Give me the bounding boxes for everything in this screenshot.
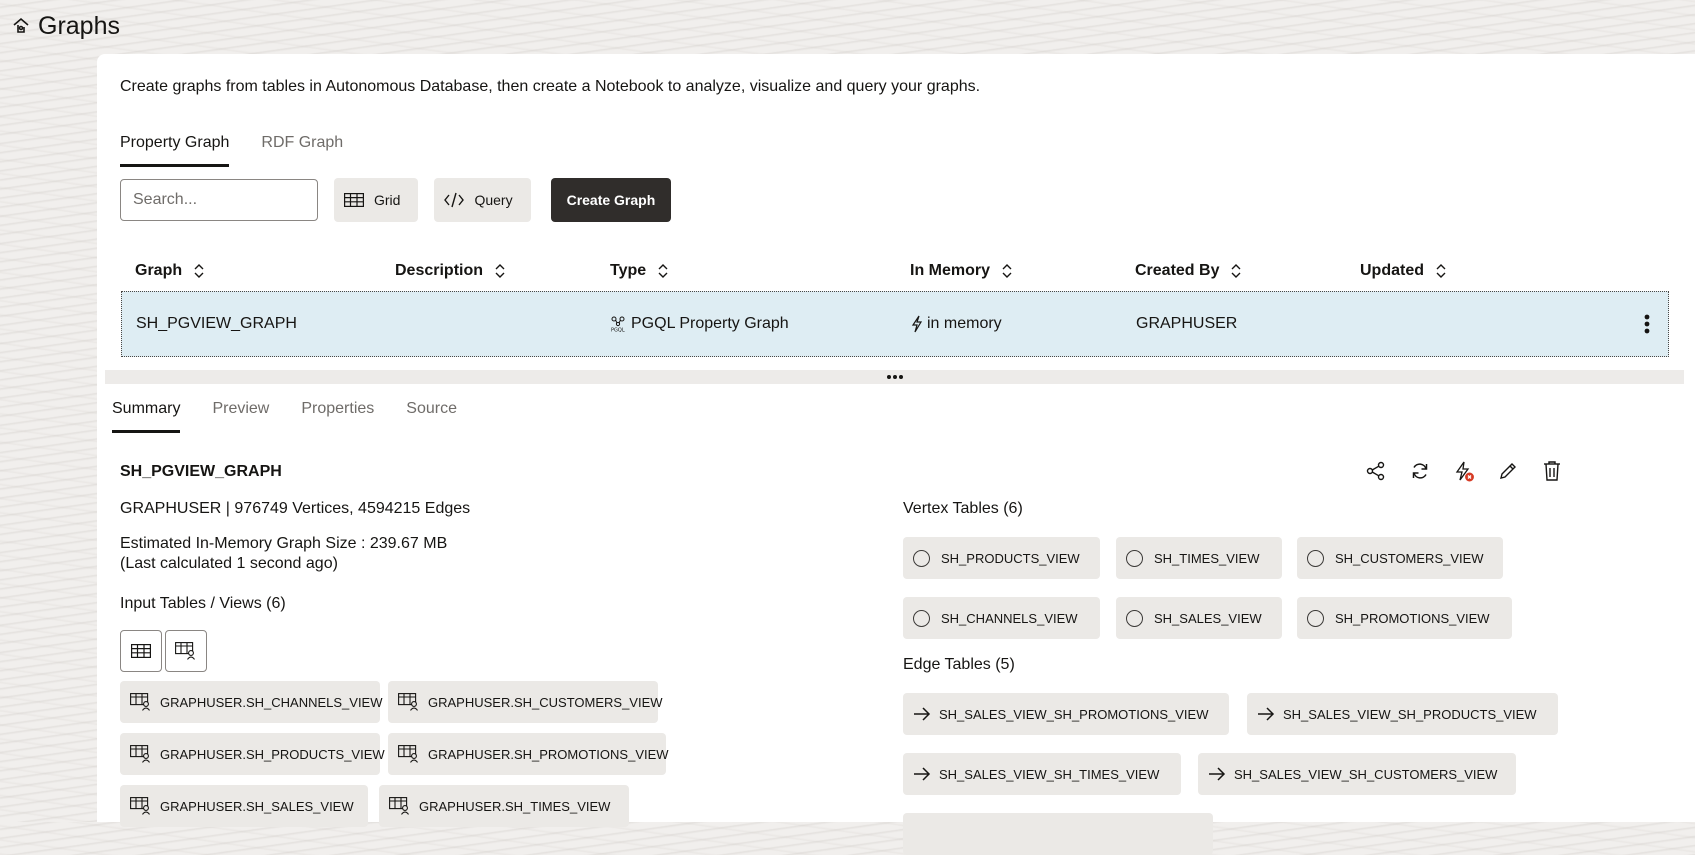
- toolbar: Grid Query Create Graph: [120, 178, 672, 222]
- memory-size: Estimated In-Memory Graph Size : 239.67 …: [120, 535, 448, 552]
- cell-graph-name: SH_PGVIEW_GRAPH: [136, 315, 297, 332]
- column-header-in-memory[interactable]: In Memory: [910, 249, 1012, 293]
- vertex-circle-icon: [1307, 609, 1324, 627]
- sort-icon: [194, 264, 204, 278]
- sort-icon: [495, 264, 505, 278]
- arrow-right-icon: [1209, 767, 1226, 781]
- user-table-icon: [389, 797, 409, 815]
- column-header-graph[interactable]: Graph: [135, 249, 204, 293]
- cell-created-by: GRAPHUSER: [1136, 315, 1238, 332]
- svg-text:PGQL: PGQL: [611, 328, 625, 333]
- pgql-graph-icon: PGQL: [611, 316, 625, 333]
- tab-properties[interactable]: Properties: [301, 400, 374, 433]
- vertex-circle-icon: [1126, 549, 1143, 567]
- column-header-updated[interactable]: Updated: [1360, 249, 1446, 293]
- grid-button[interactable]: Grid: [334, 178, 419, 222]
- edge-table-chip[interactable]: SH_SALES_VIEW_SH_PRODUCTS_VIEW: [1247, 693, 1558, 735]
- edit-icon[interactable]: [1497, 459, 1519, 483]
- panel-resize-handle[interactable]: [105, 370, 1684, 384]
- edge-tables-heading: Edge Tables (5): [903, 656, 1015, 673]
- graph-home-icon[interactable]: [10, 15, 32, 37]
- code-icon: [444, 192, 465, 208]
- vertex-table-chip[interactable]: SH_CUSTOMERS_VIEW: [1297, 537, 1503, 579]
- sort-icon: [658, 264, 668, 278]
- page-title: Graphs: [38, 11, 120, 40]
- refresh-icon[interactable]: [1409, 459, 1431, 483]
- user-table-icon: [130, 745, 150, 763]
- column-header-created-by[interactable]: Created By: [1135, 249, 1241, 293]
- graph-stats: GRAPHUSER | 976749 Vertices, 4594215 Edg…: [120, 500, 471, 517]
- arrow-right-icon: [914, 767, 931, 781]
- summary-graph-name: SH_PGVIEW_GRAPH: [120, 463, 282, 480]
- input-table-chip[interactable]: GRAPHUSER.SH_CUSTOMERS_VIEW: [388, 681, 663, 723]
- vertex-circle-icon: [1307, 549, 1324, 567]
- vertex-circle-icon: [1126, 609, 1143, 627]
- user-table-icon: [398, 745, 418, 763]
- input-table-chip[interactable]: GRAPHUSER.SH_PRODUCTS_VIEW: [120, 733, 385, 775]
- graph-table-header: Graph Description Type In Memory Created…: [120, 249, 1669, 293]
- share-icon[interactable]: [1365, 459, 1387, 483]
- vertex-table-chip[interactable]: SH_CHANNELS_VIEW: [903, 597, 1100, 639]
- tab-summary[interactable]: Summary: [112, 400, 181, 433]
- query-button-label: Query: [474, 192, 513, 208]
- app-header: Graphs: [0, 0, 120, 52]
- sort-icon: [1002, 264, 1012, 278]
- edge-table-chip[interactable]: SH_SALES_VIEW_SH_CUSTOMERS_VIEW: [1198, 753, 1516, 795]
- arrow-right-icon: [914, 707, 931, 721]
- grid-icon: [344, 193, 364, 207]
- table-view-icon[interactable]: [120, 630, 162, 672]
- intro-text: Create graphs from tables in Autonomous …: [120, 78, 981, 95]
- tab-source[interactable]: Source: [406, 400, 457, 433]
- lightning-icon: [911, 315, 923, 333]
- last-calculated: (Last calculated 1 second ago): [120, 555, 338, 572]
- user-table-icon: [130, 797, 150, 815]
- edge-table-chip[interactable]: SH_SALES_VIEW_SH_PROMOTIONS_VIEW: [903, 693, 1229, 735]
- edge-table-chip[interactable]: SH_SALES_VIEW_SH_TIMES_VIEW: [903, 753, 1181, 795]
- user-table-icon: [398, 693, 418, 711]
- row-actions-menu-icon[interactable]: [1644, 314, 1650, 339]
- cell-in-memory: in memory: [911, 292, 1002, 356]
- vertex-table-chip[interactable]: SH_PRODUCTS_VIEW: [903, 537, 1100, 579]
- vertex-table-chip[interactable]: SH_SALES_VIEW: [1116, 597, 1282, 639]
- search-input[interactable]: [120, 179, 318, 221]
- grid-button-label: Grid: [374, 192, 401, 208]
- load-into-memory-icon[interactable]: [1453, 459, 1475, 483]
- edge-table-chip[interactable]: [903, 813, 1213, 855]
- query-button[interactable]: Query: [434, 178, 531, 222]
- input-table-chip[interactable]: GRAPHUSER.SH_TIMES_VIEW: [379, 785, 629, 827]
- cell-type: PGQL PGQL Property Graph: [611, 315, 789, 333]
- vertex-table-chip[interactable]: SH_TIMES_VIEW: [1116, 537, 1282, 579]
- graph-type-tabs: Property Graph RDF Graph: [120, 134, 343, 167]
- tab-preview[interactable]: Preview: [212, 400, 269, 433]
- create-graph-button[interactable]: Create Graph: [550, 178, 672, 222]
- sort-icon: [1231, 264, 1241, 278]
- sort-icon: [1436, 264, 1446, 278]
- input-tables-heading: Input Tables / Views (6): [120, 595, 286, 612]
- vertex-circle-icon: [913, 609, 930, 627]
- column-header-description[interactable]: Description: [395, 249, 505, 293]
- input-table-chip[interactable]: GRAPHUSER.SH_CHANNELS_VIEW: [120, 681, 383, 723]
- input-table-chip[interactable]: GRAPHUSER.SH_SALES_VIEW: [120, 785, 368, 827]
- more-horizontal-icon: [886, 375, 903, 379]
- graph-actions: [1365, 459, 1563, 483]
- input-table-chip[interactable]: GRAPHUSER.SH_PROMOTIONS_VIEW: [388, 733, 669, 775]
- vertex-table-chip[interactable]: SH_PROMOTIONS_VIEW: [1297, 597, 1512, 639]
- tab-property-graph[interactable]: Property Graph: [120, 134, 230, 167]
- vertex-tables-heading: Vertex Tables (6): [903, 500, 1023, 517]
- vertex-circle-icon: [913, 549, 930, 567]
- column-header-type[interactable]: Type: [610, 249, 668, 293]
- delete-icon[interactable]: [1541, 459, 1563, 483]
- user-table-icon: [130, 693, 150, 711]
- graphs-panel: Create graphs from tables in Autonomous …: [97, 54, 1695, 855]
- tab-rdf-graph[interactable]: RDF Graph: [261, 134, 343, 167]
- table-row[interactable]: SH_PGVIEW_GRAPH PGQL PGQL Property Graph…: [121, 291, 1669, 357]
- arrow-right-icon: [1258, 707, 1275, 721]
- detail-tabs: Summary Preview Properties Source: [112, 400, 457, 433]
- input-tables-view-toggle: [120, 630, 207, 672]
- user-table-view-icon[interactable]: [165, 630, 207, 672]
